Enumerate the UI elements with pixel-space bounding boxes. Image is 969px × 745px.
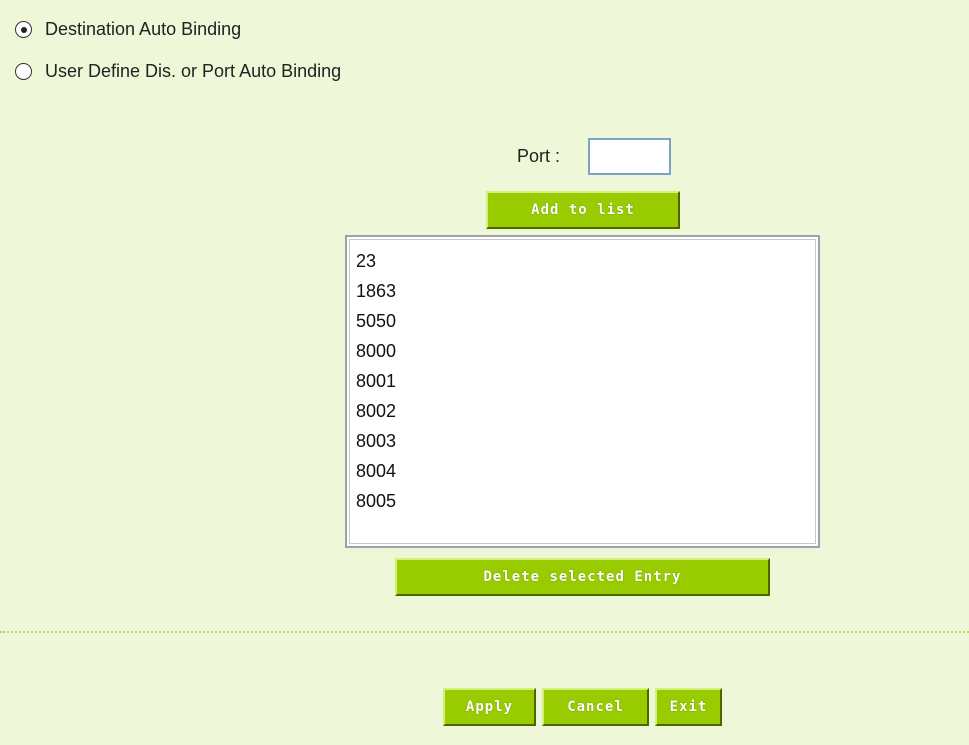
destination-auto-binding-option[interactable]: Destination Auto Binding [15,19,241,40]
radio-selected-icon[interactable] [15,21,32,38]
apply-button[interactable]: Apply [443,688,536,726]
port-list: 23 1863 5050 8000 8001 8002 8003 8004 8005 [349,239,816,544]
port-label: Port : [517,146,561,166]
user-define-binding-label: User Define Dis. or Port Auto Binding [45,61,342,81]
delete-selected-entry-button[interactable]: Delete selected Entry [395,558,770,596]
port-listbox[interactable]: 23 1863 5050 8000 8001 8002 8003 8004 8005 [345,235,820,548]
destination-auto-binding-label: Destination Auto Binding [45,19,242,39]
add-to-list-button[interactable]: Add to list [486,191,680,229]
cancel-button[interactable]: Cancel [542,688,649,726]
port-list-item[interactable]: 1863 [350,276,815,306]
exit-button[interactable]: Exit [655,688,722,726]
port-list-item[interactable]: 5050 [350,306,815,336]
port-list-item[interactable]: 8004 [350,456,815,486]
port-list-item[interactable]: 23 [350,246,815,276]
port-input[interactable] [588,138,671,175]
port-list-item[interactable]: 8000 [350,336,815,366]
port-list-item[interactable]: 8002 [350,396,815,426]
section-divider [0,631,969,633]
port-list-item[interactable]: 8003 [350,426,815,456]
port-list-item[interactable]: 8005 [350,486,815,516]
radio-unselected-icon[interactable] [15,63,32,80]
user-define-binding-option[interactable]: User Define Dis. or Port Auto Binding [15,61,341,82]
port-list-item[interactable]: 8001 [350,366,815,396]
